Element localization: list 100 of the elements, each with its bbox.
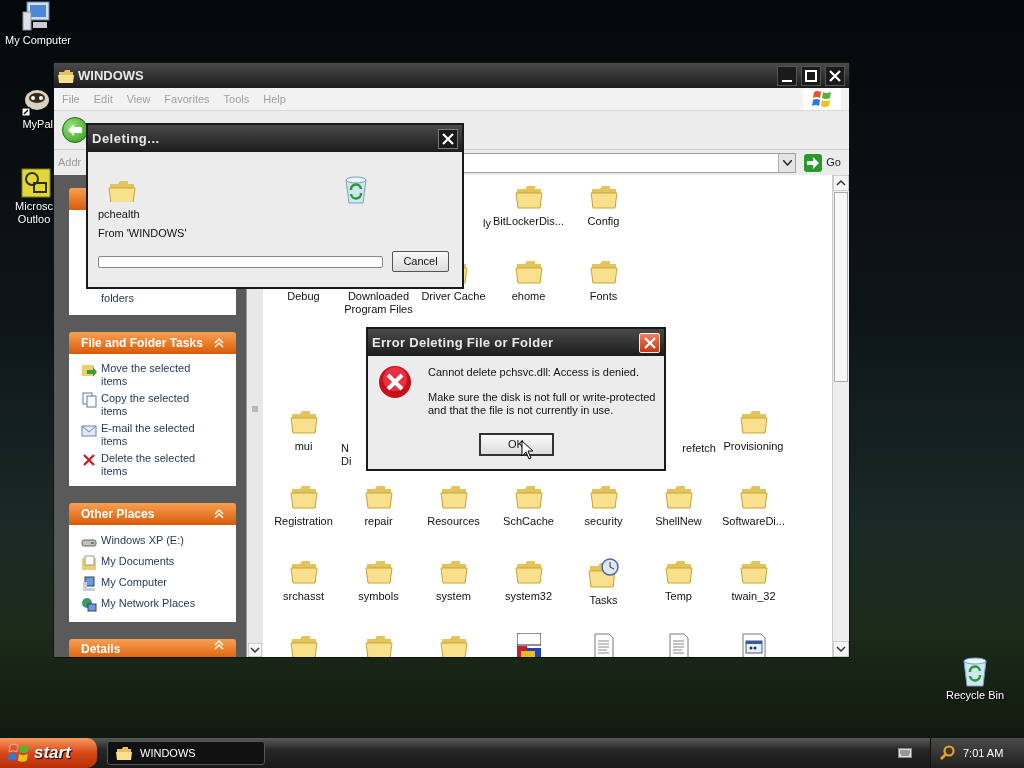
- file-name[interactable]: N: [341, 442, 349, 455]
- file-name[interactable]: Config: [587, 215, 620, 228]
- folder-icon: [739, 408, 768, 434]
- file-name[interactable]: repair: [364, 515, 393, 528]
- cancel-button[interactable]: Cancel: [392, 251, 449, 272]
- file-name[interactable]: Downloaded: [347, 290, 410, 303]
- clock-envelope-icon: [19, 166, 53, 200]
- task-link[interactable]: Copy the selected items: [101, 391, 205, 418]
- task-link[interactable]: Move the selected items: [101, 361, 205, 388]
- folder-icon: [364, 483, 393, 509]
- close-icon: [441, 131, 455, 146]
- windows-flag-logo: [8, 743, 30, 763]
- task-link[interactable]: Delete the selected items: [101, 451, 205, 478]
- file-name[interactable]: mui: [294, 440, 313, 453]
- ok-button[interactable]: OK: [478, 432, 554, 456]
- network-icon: [81, 596, 97, 613]
- task-link[interactable]: My Network Places: [101, 596, 205, 610]
- file-name[interactable]: srchasst: [283, 590, 324, 603]
- folder-icon: [514, 183, 543, 209]
- folder-icon: [439, 483, 468, 509]
- pages-icon: [81, 391, 97, 408]
- minimize-button[interactable]: [777, 65, 797, 86]
- panel-title: File and Folder Tasks: [81, 334, 203, 352]
- folder-icon: [108, 178, 136, 202]
- recycle-bin-icon: [342, 174, 370, 204]
- task-link[interactable]: E-mail the selected items: [101, 421, 205, 448]
- close-icon: [642, 335, 657, 350]
- collapse-chevron-icon: [214, 508, 224, 519]
- scroll-down-icon[interactable]: [833, 641, 849, 657]
- file-name[interactable]: Driver Cache: [421, 290, 486, 303]
- minimize-icon: [782, 79, 792, 82]
- folder-icon: [364, 633, 393, 657]
- scroll-thumb[interactable]: [834, 192, 848, 382]
- file-name[interactable]: SchCache: [503, 515, 554, 528]
- file-name[interactable]: SoftwareDi...: [722, 515, 785, 528]
- start-button[interactable]: start: [0, 738, 97, 768]
- task-link[interactable]: My Documents: [101, 554, 205, 568]
- go-button[interactable]: Go: [800, 152, 845, 173]
- desktop-icon-label: Microsc: [15, 200, 53, 213]
- file-name[interactable]: symbols: [358, 590, 399, 603]
- error-message: Cannot delete pchsvc.dll: Access is denied.: [428, 366, 640, 379]
- folder-icon: [289, 408, 318, 434]
- maximize-button[interactable]: [801, 65, 821, 86]
- panel-title: Other Places: [81, 505, 155, 523]
- taskbar-button[interactable]: WINDOWS: [107, 741, 265, 765]
- task-link[interactable]: Windows XP (E:): [101, 533, 205, 547]
- close-button[interactable]: [438, 128, 458, 149]
- file-name[interactable]: ehome: [511, 290, 546, 303]
- file-name[interactable]: BitLockerDis...: [493, 215, 564, 228]
- folder-icon: [664, 483, 693, 509]
- file-name[interactable]: Di: [341, 455, 352, 468]
- folder-icon: [439, 558, 468, 584]
- close-icon: [827, 67, 843, 84]
- file-name[interactable]: Temp: [665, 590, 692, 603]
- close-button[interactable]: [825, 65, 845, 86]
- error-details: Make sure the disk is not full or write-protected and that the file is not currently in use.: [428, 391, 657, 417]
- file-name[interactable]: Provisioning: [723, 440, 784, 453]
- desktop-icon-label: Outloo: [17, 213, 51, 226]
- desktop-icon-label: Recycle Bin: [945, 688, 1005, 703]
- folder-icon: [58, 68, 74, 83]
- file-name[interactable]: refetch: [682, 442, 716, 455]
- panel-title: Details: [81, 640, 121, 657]
- recycle-bin-icon: [960, 655, 990, 687]
- file-name[interactable]: system: [436, 590, 471, 603]
- file-name[interactable]: twain_32: [731, 590, 776, 603]
- collapse-chevron-icon: [214, 337, 224, 348]
- window-title: WINDOWS: [78, 66, 145, 85]
- desktop-icon-label: MyPal: [22, 118, 53, 131]
- folder-icon: [739, 558, 768, 584]
- file-name[interactable]: ly: [483, 217, 491, 230]
- desktop-icon-label: My Computer: [5, 34, 71, 47]
- folder-icon: [514, 558, 543, 584]
- folder-icon: [514, 258, 543, 284]
- file-name[interactable]: system32: [504, 590, 553, 603]
- file-name[interactable]: Resources: [427, 515, 480, 528]
- folder-icon: [589, 258, 618, 284]
- search-icon: [939, 745, 955, 761]
- folder-icon: [289, 633, 318, 657]
- scrollbar[interactable]: [832, 175, 849, 657]
- folder-clock-icon: [587, 558, 620, 588]
- back-button[interactable]: [62, 117, 88, 143]
- delete-icon: [81, 451, 97, 468]
- back-arrow-icon: [67, 123, 83, 137]
- error-icon: [378, 365, 412, 399]
- file-name[interactable]: ShellNew: [655, 515, 702, 528]
- folder-icon: [439, 633, 468, 657]
- file-name[interactable]: Registration: [274, 515, 333, 528]
- scroll-down-icon[interactable]: [248, 643, 262, 657]
- windows-flag-logo: [803, 88, 841, 110]
- task-link[interactable]: My Computer: [101, 575, 205, 589]
- file-name[interactable]: Tasks: [589, 594, 618, 607]
- file-name[interactable]: Fonts: [589, 290, 618, 303]
- file-name[interactable]: security: [584, 515, 623, 528]
- grip-icon: [252, 406, 258, 412]
- task-link[interactable]: folders: [81, 290, 224, 307]
- file-name[interactable]: Program Files: [344, 303, 413, 316]
- file-name[interactable]: Debug: [287, 290, 320, 303]
- folder-icon: [116, 746, 132, 760]
- scroll-up-icon[interactable]: [833, 175, 849, 191]
- folder-icon: [364, 558, 393, 584]
